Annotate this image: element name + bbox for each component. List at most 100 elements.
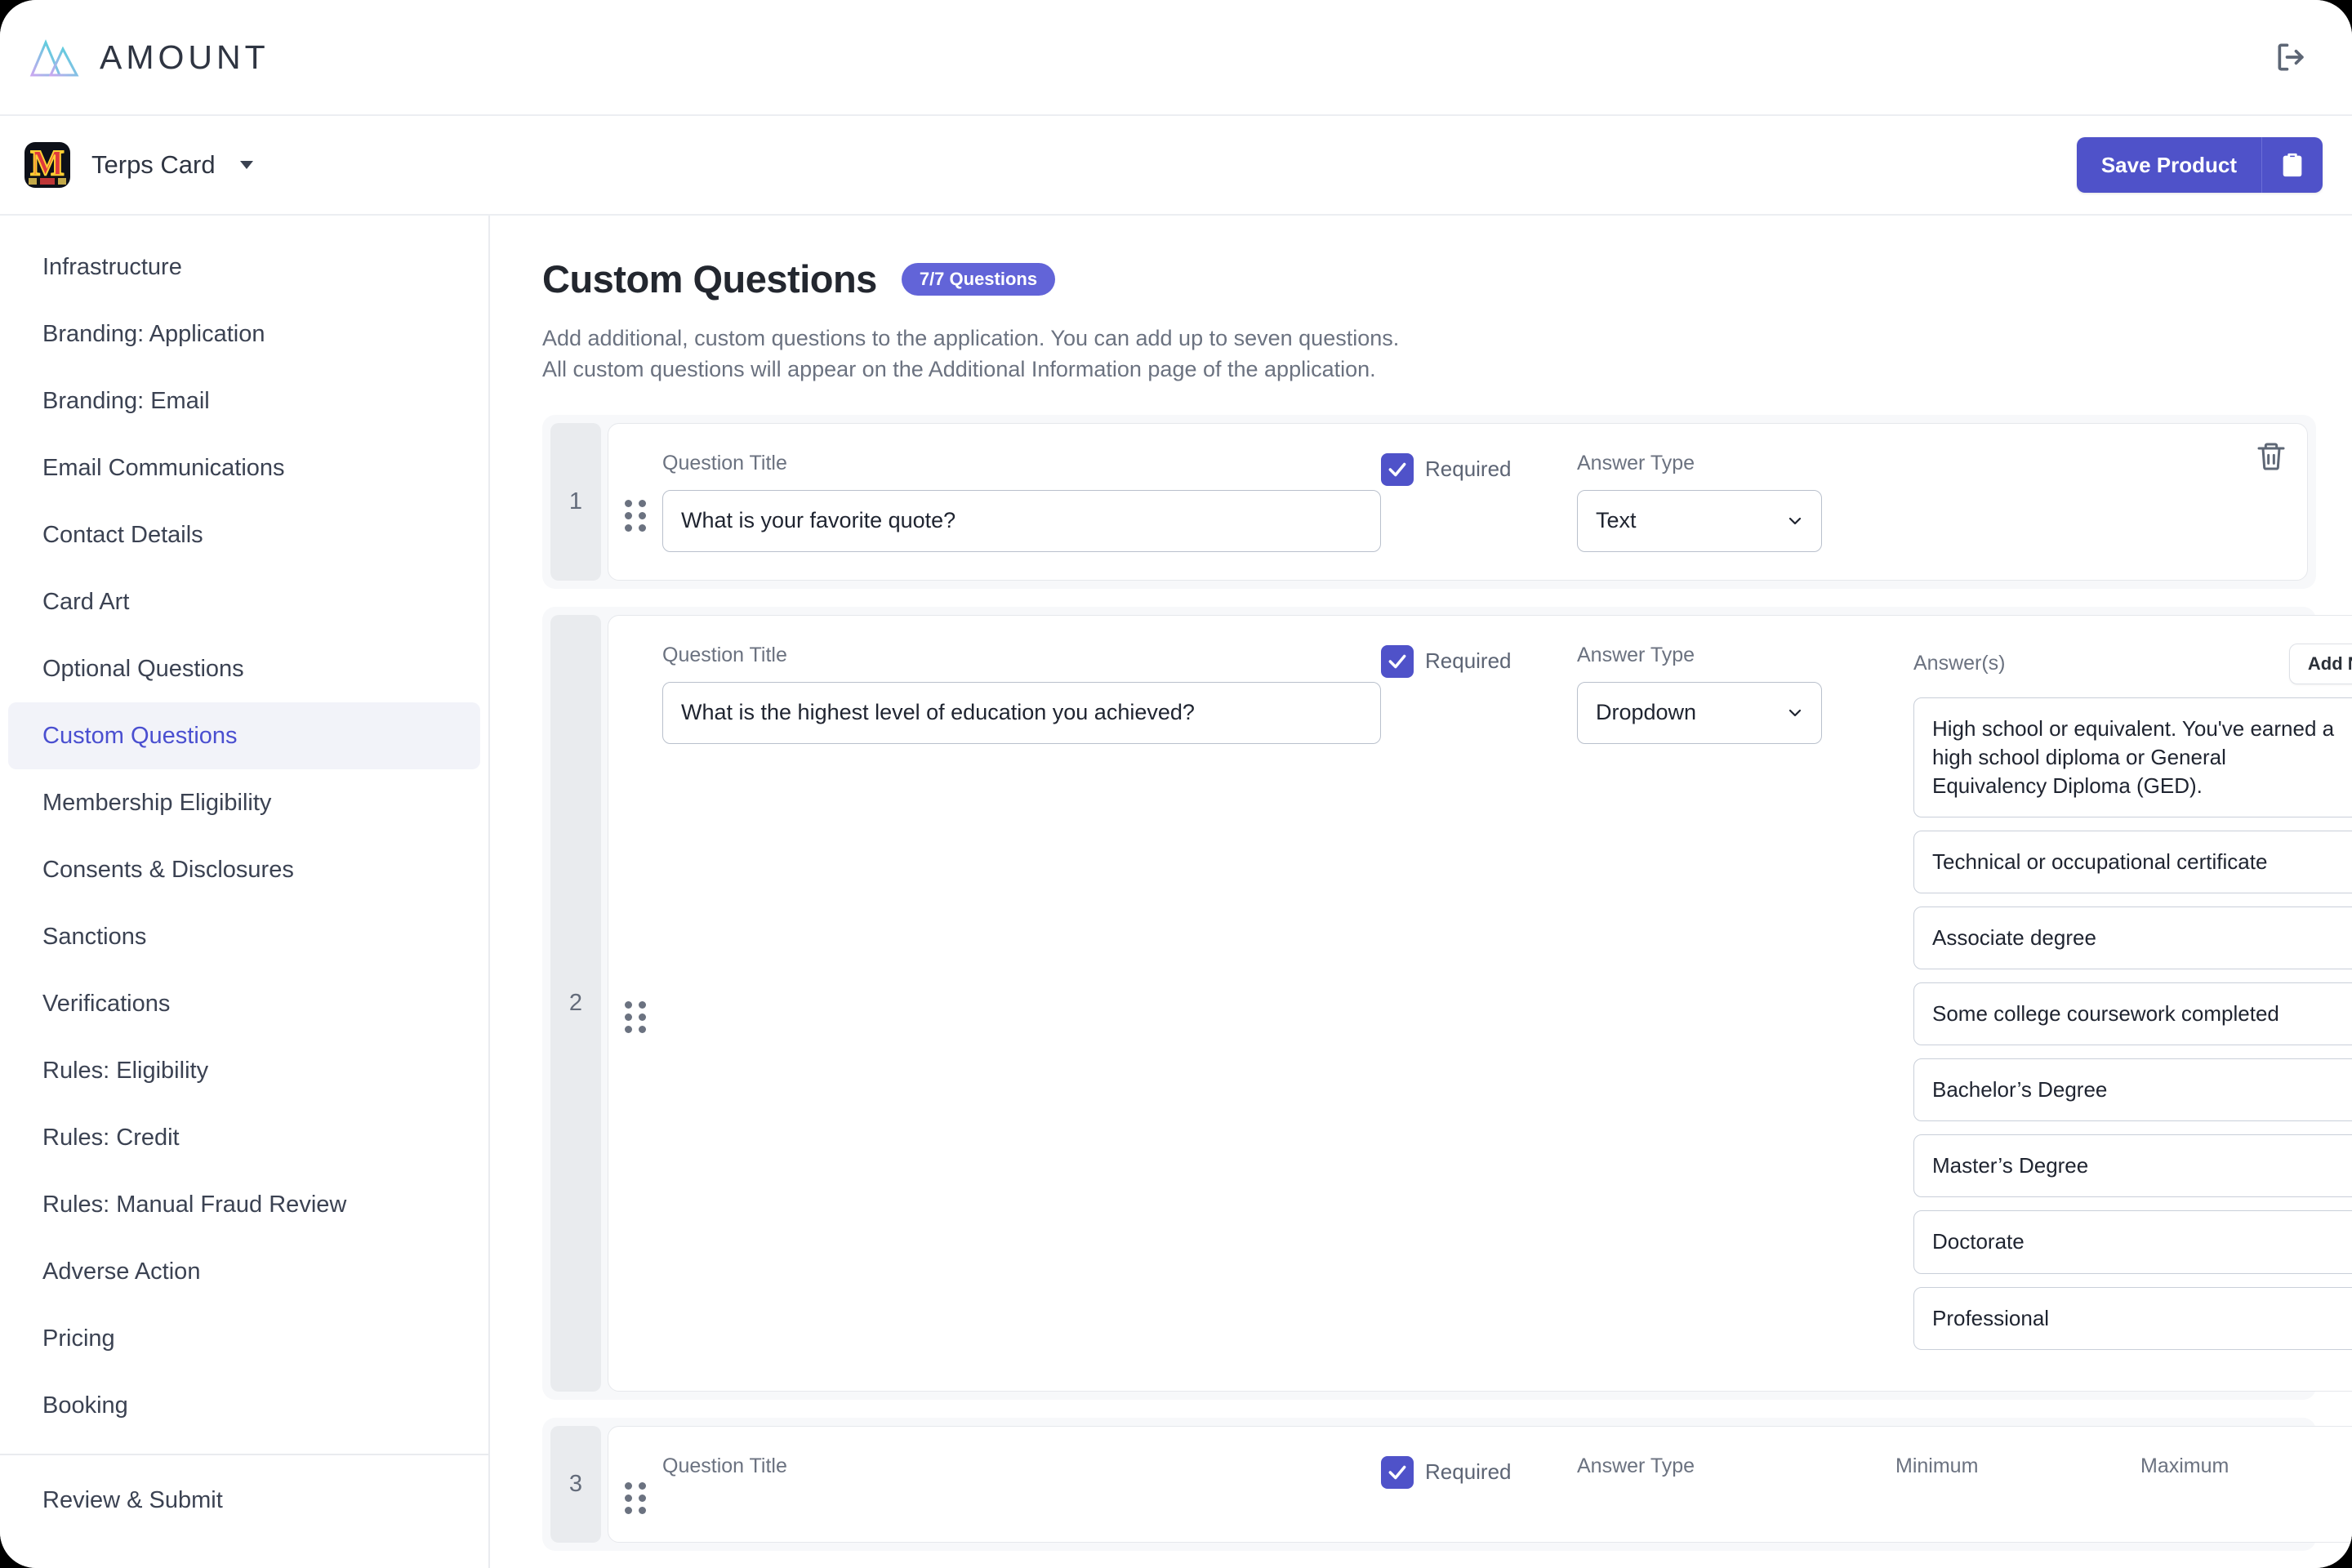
sidebar-item-review-submit[interactable]: Review & Submit <box>8 1467 480 1534</box>
drag-handle-icon[interactable] <box>608 452 662 552</box>
brand-left: AMOUNT <box>0 37 270 78</box>
required-column: Required <box>1381 644 1577 678</box>
question-title-label: Question Title <box>662 1454 787 1477</box>
sidebar-item-booking[interactable]: Booking <box>8 1372 480 1439</box>
answer-type-label: Answer Type <box>1577 451 1695 474</box>
question-body: Question Title Required Answer Type Minimum… <box>608 1425 2352 1543</box>
sidebar-item-rules-manual-fraud-review[interactable]: Rules: Manual Fraud Review <box>8 1171 480 1238</box>
question-title-input[interactable] <box>662 489 1381 552</box>
page-title-row: Custom Questions 7/7 Questions <box>542 256 2300 301</box>
clipboard-icon[interactable] <box>2262 137 2323 193</box>
sidebar-item-label: Card Art <box>42 588 130 615</box>
answer-input[interactable]: Some college coursework completed <box>1913 982 2352 1046</box>
question-title-column: Question Title <box>662 1454 1381 1493</box>
logout-icon[interactable] <box>2274 39 2310 75</box>
question-body: Question Title Required Answer Type Dropdow… <box>608 614 2352 1392</box>
answer-type-select[interactable]: Text <box>1577 489 1822 552</box>
add-new-answer-button[interactable]: Add New <box>2288 643 2352 684</box>
question-fields: Question Title Required Answer Type Text <box>662 452 2283 552</box>
sidebar-item-card-art[interactable]: Card Art <box>8 568 480 635</box>
answer-row: Technical or occupational certificate✕ <box>1913 830 2352 894</box>
maximum-label: Maximum <box>2140 1454 2230 1477</box>
answer-input[interactable]: Master’s Degree <box>1913 1134 2352 1198</box>
question-number: 2 <box>550 614 601 1392</box>
required-label: Required <box>1425 457 1512 482</box>
required-checkbox[interactable] <box>1381 1455 1414 1489</box>
question-card: 3 Question Title Required Answer Type Minimu… <box>542 1417 2352 1551</box>
main-content: Custom Questions 7/7 Questions Add addit… <box>490 216 2352 1568</box>
save-product-label: Save Product <box>2076 137 2262 193</box>
required-checkbox[interactable] <box>1381 452 1414 486</box>
answer-type-select[interactable]: Dropdown <box>1577 681 1822 744</box>
questions-list: 1 Question Title Required Answer Type Text 2Q… <box>490 385 2352 1551</box>
brand-name: AMOUNT <box>100 38 270 76</box>
product-bar-actions: Save Product <box>2076 137 2352 193</box>
question-card: 1 Question Title Required Answer Type Text <box>542 414 2316 589</box>
page-header: Custom Questions 7/7 Questions Add addit… <box>490 216 2352 385</box>
answer-input[interactable]: Technical or occupational certificate <box>1913 830 2352 894</box>
answer-row: Some college coursework completed✕ <box>1913 982 2352 1046</box>
page-description: Add additional, custom questions to the … <box>542 323 2300 385</box>
sidebar-item-verifications[interactable]: Verifications <box>8 970 480 1037</box>
answer-row: Associate degree✕ <box>1913 906 2352 970</box>
question-number: 3 <box>550 1425 601 1543</box>
answer-input[interactable]: Doctorate <box>1913 1210 2352 1274</box>
question-title-input[interactable] <box>662 681 1381 744</box>
sidebar-item-branding-email[interactable]: Branding: Email <box>8 368 480 434</box>
product-name: Terps Card <box>91 150 216 179</box>
answers-header: Answer(s) Add New <box>1913 643 2352 684</box>
sidebar-item-adverse-action[interactable]: Adverse Action <box>8 1238 480 1305</box>
sidebar: Infrastructure Branding: Application Brand… <box>0 216 490 1568</box>
sidebar-item-label: Review & Submit <box>42 1486 223 1513</box>
answer-type-label: Answer Type <box>1577 643 1695 666</box>
save-product-button[interactable]: Save Product <box>2076 137 2323 193</box>
answer-input[interactable]: Professional <box>1913 1286 2352 1350</box>
answer-row: Master’s Degree✕ <box>1913 1134 2352 1198</box>
sidebar-item-label: Sanctions <box>42 923 147 950</box>
question-number: 1 <box>550 422 601 581</box>
answers-label: Answer(s) <box>1913 652 2006 675</box>
required-column: Required <box>1381 452 1577 486</box>
sidebar-item-email-communications[interactable]: Email Communications <box>8 434 480 501</box>
sidebar-divider <box>0 1454 488 1455</box>
answer-input[interactable]: High school or equivalent. You've earned… <box>1913 697 2352 817</box>
required-checkbox[interactable] <box>1381 644 1414 678</box>
product-selector[interactable]: M Terps Card <box>0 142 253 188</box>
answer-type-label: Answer Type <box>1577 1454 1695 1477</box>
required-label: Required <box>1425 1459 1512 1485</box>
sidebar-item-branding-application[interactable]: Branding: Application <box>8 301 480 368</box>
sidebar-item-sanctions[interactable]: Sanctions <box>8 903 480 970</box>
sidebar-item-label: Rules: Manual Fraud Review <box>42 1191 347 1218</box>
product-bar: M Terps Card Save Product <box>0 116 2352 216</box>
drag-handle-icon[interactable] <box>608 644 662 1363</box>
chevron-down-icon[interactable] <box>239 161 253 169</box>
sidebar-item-custom-questions[interactable]: Custom Questions <box>8 702 480 769</box>
answer-input[interactable]: Associate degree <box>1913 906 2352 970</box>
minimum-column: Minimum <box>1895 1454 2140 1493</box>
brand-right <box>2274 39 2352 75</box>
sidebar-item-contact-details[interactable]: Contact Details <box>8 501 480 568</box>
answer-row: Doctorate✕ <box>1913 1210 2352 1274</box>
maximum-column: Maximum <box>2140 1454 2352 1493</box>
page-description-line-2: All custom questions will appear on the … <box>542 357 1376 382</box>
sidebar-item-label: Verifications <box>42 990 171 1017</box>
question-card: 2 Question Title Required Answer Type Dropdo… <box>542 606 2352 1400</box>
sidebar-item-infrastructure[interactable]: Infrastructure <box>8 234 480 301</box>
page-description-line-1: Add additional, custom questions to the … <box>542 326 1400 350</box>
drag-handle-icon[interactable] <box>608 1454 662 1514</box>
sidebar-item-membership-eligibility[interactable]: Membership Eligibility <box>8 769 480 836</box>
sidebar-item-label: Rules: Eligibility <box>42 1057 209 1084</box>
sidebar-item-rules-credit[interactable]: Rules: Credit <box>8 1104 480 1171</box>
sidebar-item-optional-questions[interactable]: Optional Questions <box>8 635 480 702</box>
brand-bar: AMOUNT <box>0 0 2352 116</box>
app-window: AMOUNT M Terps Card Save Product Infrast… <box>0 0 2352 1568</box>
sidebar-item-pricing[interactable]: Pricing <box>8 1305 480 1372</box>
answer-type-value: Dropdown <box>1596 700 1697 725</box>
answer-input[interactable]: Bachelor’s Degree <box>1913 1058 2352 1122</box>
required-label: Required <box>1425 648 1512 674</box>
trash-icon[interactable] <box>2255 440 2287 473</box>
sidebar-item-consents-disclosures[interactable]: Consents & Disclosures <box>8 836 480 903</box>
required-column: Required <box>1381 1454 1577 1489</box>
sidebar-item-rules-eligibility[interactable]: Rules: Eligibility <box>8 1037 480 1104</box>
sidebar-item-label: Rules: Credit <box>42 1124 180 1151</box>
